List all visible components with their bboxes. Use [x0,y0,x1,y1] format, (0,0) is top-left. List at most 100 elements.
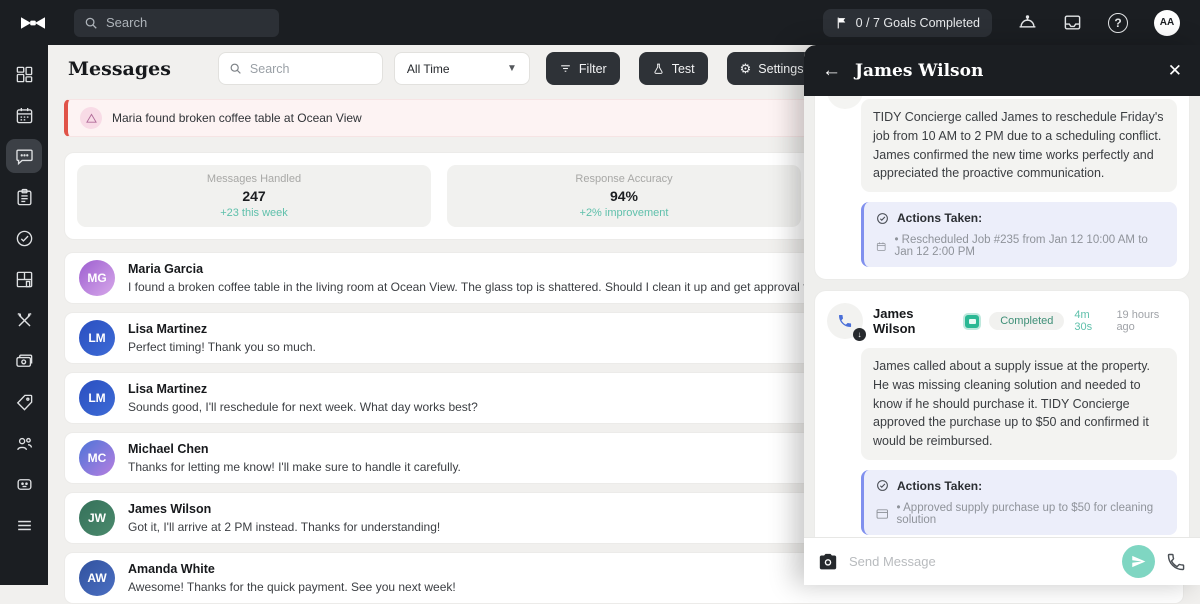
avatar: MG [79,260,115,296]
sidebar-item-devices[interactable] [6,467,42,501]
alert-text: Maria found broken coffee table at Ocean… [112,111,362,125]
search-icon [229,62,242,75]
sender-name: Lisa Martinez [128,322,316,336]
inbox-tray-icon[interactable] [1063,13,1082,32]
messages-search-input[interactable]: Search [218,52,383,85]
message-preview: Awesome! Thanks for the quick payment. S… [128,580,456,594]
stat-response-accuracy: Response Accuracy 94% +2% improvement [447,165,801,227]
bot-icon [965,315,979,328]
check-circle-icon [876,479,889,492]
calendar-icon [15,106,34,125]
filter-button-label: Filter [579,62,607,76]
sidebar-item-tasks[interactable] [6,180,42,214]
avatar: JW [79,500,115,536]
test-button[interactable]: Test [639,52,708,85]
top-bar: Search 0 / 7 Goals Completed ? AA [0,0,1200,45]
sidebar-item-approvals[interactable] [6,221,42,255]
tag-icon [15,393,34,412]
stat-value: 247 [242,188,265,204]
phone-icon [837,313,853,329]
dashboard-icon [15,65,34,84]
actions-taken-label: Actions Taken: [897,211,982,225]
check-circle-icon [876,212,889,225]
credit-card-icon [876,508,889,520]
sidebar-item-pricing[interactable] [6,385,42,419]
sidebar-item-maintenance[interactable] [6,303,42,337]
global-search-input[interactable]: Search [74,9,279,37]
filter-button[interactable]: Filter [546,52,620,85]
payments-icon [15,352,34,371]
device-icon [15,475,34,494]
sidebar-item-team[interactable] [6,426,42,460]
gear-icon: ⚙ [740,61,752,77]
sidebar-item-calendar[interactable] [6,98,42,132]
actions-taken-box: Actions Taken: • Rescheduled Job #235 fr… [861,202,1177,267]
camera-icon[interactable] [818,553,838,571]
sidebar-item-messages[interactable] [6,139,42,173]
settings-button[interactable]: ⚙ Settings [727,52,817,85]
page-title: Messages [68,58,171,80]
tools-icon [15,311,34,330]
conversation-panel: ← James Wilson ✕ TIDY Concierge called J… [804,45,1200,585]
avatar: MC [79,440,115,476]
paper-plane-icon [1131,554,1146,569]
time-filter-select[interactable]: All Time ▼ [394,52,530,85]
sidebar-item-menu[interactable] [6,508,42,542]
avatar: AW [79,560,115,596]
flask-icon [652,62,665,76]
sidebar-item-payments[interactable] [6,344,42,378]
send-button[interactable] [1122,545,1155,578]
close-icon[interactable]: ✕ [1168,61,1182,81]
conversation-thread: TIDY Concierge called James to reschedul… [804,96,1200,537]
send-message-input[interactable] [849,554,1111,569]
clipboard-icon [15,188,34,207]
user-avatar[interactable]: AA [1154,10,1180,36]
stat-delta: +2% improvement [580,207,669,219]
message-preview: Perfect timing! Thank you so much. [128,340,316,354]
message-composer [804,537,1200,585]
stat-label: Response Accuracy [575,173,672,185]
bow-logo-icon[interactable] [20,13,46,33]
call-card-james-wilson[interactable]: ↓ James Wilson Completed 4m 30s 19 hours… [814,290,1190,537]
test-button-label: Test [672,62,695,76]
message-preview: Sounds good, I'll reschedule for next we… [128,400,478,414]
caller-name: James Wilson [873,306,955,336]
actions-taken-label: Actions Taken: [897,479,982,493]
sidebar-item-dashboard[interactable] [6,57,42,91]
back-arrow-icon[interactable]: ← [822,60,841,82]
call-avatar [827,96,863,109]
avatar: LM [79,320,115,356]
warning-icon [80,107,102,129]
menu-icon [15,516,34,535]
settings-button-label: Settings [758,62,803,76]
call-duration: 4m 30s [1074,309,1108,333]
global-search-placeholder: Search [106,15,147,30]
conversation-header: ← James Wilson ✕ [804,45,1200,96]
message-preview: Thanks for letting me know! I'll make su… [128,460,461,474]
check-circle-icon [15,229,34,248]
call-summary-card[interactable]: TIDY Concierge called James to reschedul… [814,96,1190,280]
sender-name: Michael Chen [128,442,461,456]
messages-search-placeholder: Search [250,62,290,76]
stat-delta: +23 this week [220,207,288,219]
messages-icon [15,147,34,166]
timestamp: 19 hours ago [1116,309,1177,333]
call-summary-text: TIDY Concierge called James to reschedul… [861,99,1177,192]
chevron-down-icon: ▼ [507,63,517,74]
help-icon[interactable]: ? [1108,13,1128,33]
time-filter-value: All Time [407,62,450,76]
sender-name: Amanda White [128,562,456,576]
sidebar-item-properties[interactable] [6,262,42,296]
notifications-bell-icon[interactable] [1018,13,1037,32]
call-button[interactable] [1166,552,1186,572]
left-sidebar [0,45,48,585]
goals-progress-label: 0 / 7 Goals Completed [856,16,980,30]
stat-messages-handled: Messages Handled 247 +23 this week [77,165,431,227]
stat-label: Messages Handled [207,173,301,185]
goals-progress-chip[interactable]: 0 / 7 Goals Completed [823,9,992,37]
action-item: • Approved supply purchase up to $50 for… [897,502,1165,526]
sender-name: James Wilson [128,502,440,516]
filter-icon [559,62,572,75]
message-preview: Got it, I'll arrive at 2 PM instead. Tha… [128,520,440,534]
action-item: • Rescheduled Job #235 from Jan 12 10:00… [894,234,1165,258]
